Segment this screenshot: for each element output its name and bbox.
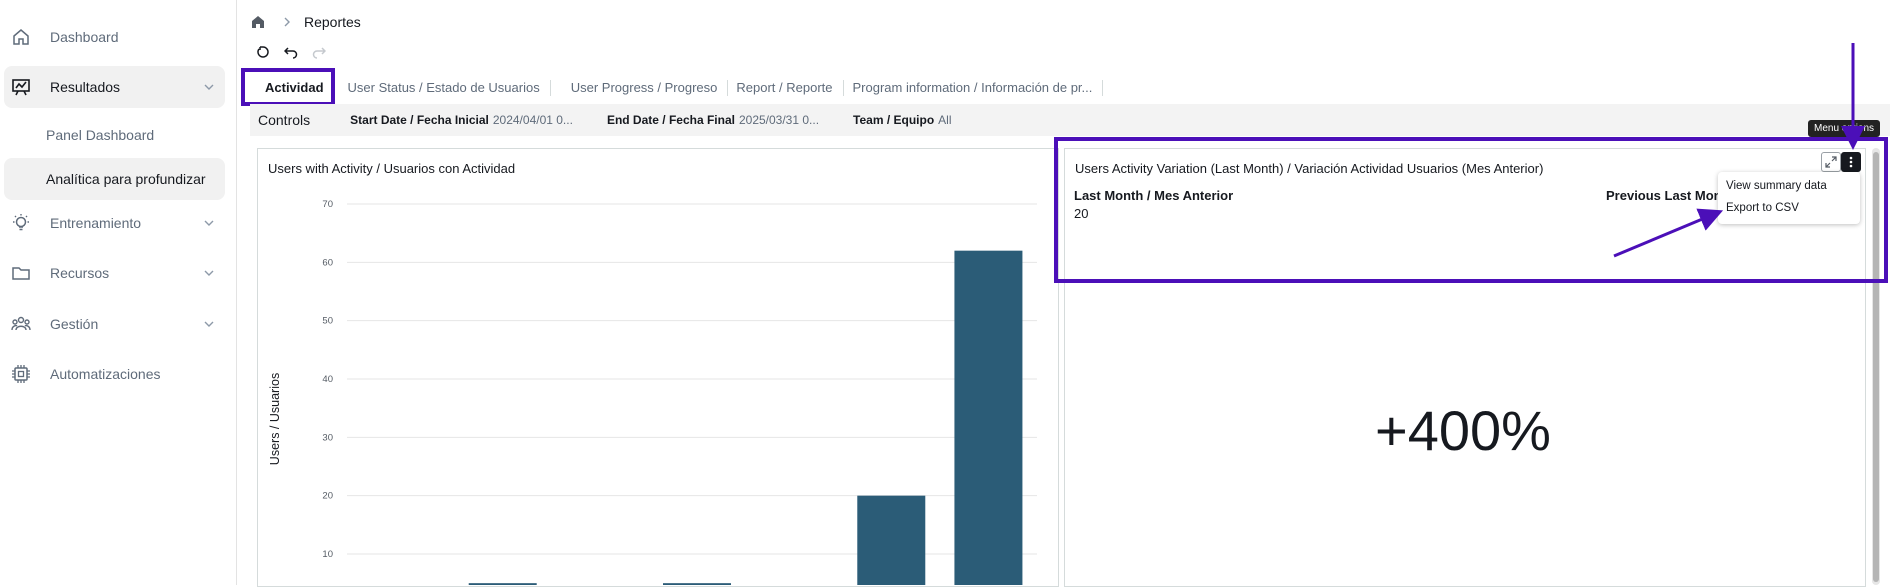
- users-activity-chart: Users / Usuarios 10 20 30 40 50 60 70: [268, 199, 1037, 585]
- y-tick-label: 20: [322, 491, 333, 502]
- sidebar-item-label: Automatizaciones: [50, 366, 161, 382]
- start-date-label: Start Date / Fecha Inicial: [350, 113, 489, 127]
- sidebar-subitem-label: Panel Dashboard: [46, 127, 155, 143]
- chevron-down-icon[interactable]: [201, 316, 217, 332]
- y-tick-label: 30: [322, 432, 333, 443]
- bar[interactable]: [857, 495, 926, 585]
- team-value: All: [938, 113, 952, 127]
- visual-highlight-box: [1054, 137, 1888, 283]
- sidebar-item-gestion[interactable]: Gestión: [4, 303, 225, 345]
- chip-icon: [10, 363, 32, 385]
- chevron-right-icon: [282, 16, 292, 28]
- breadcrumb: Reportes: [250, 12, 361, 32]
- menu-options-tooltip: Menu options: [1808, 120, 1881, 137]
- chart-board-icon: [10, 76, 32, 98]
- sidebar-item-entrenamiento[interactable]: Entrenamiento: [4, 202, 225, 244]
- y-tick-label: 40: [322, 374, 333, 385]
- sidebar-subitem-panel-dashboard[interactable]: Panel Dashboard: [4, 114, 225, 156]
- tab-program-information[interactable]: Program information / Información de pr.…: [844, 80, 1104, 96]
- y-tick-label: 10: [322, 549, 333, 560]
- sidebar-item-label: Resultados: [50, 79, 121, 95]
- sheet-tabs: Actividad User Status / Estado de Usuari…: [241, 68, 1104, 108]
- sidebar-item-label: Recursos: [50, 265, 110, 281]
- redo-icon[interactable]: [312, 45, 327, 64]
- sidebar-item-dashboard[interactable]: Dashboard: [4, 16, 225, 58]
- end-date-label: End Date / Fecha Final: [606, 113, 735, 127]
- controls-bar: Controls Start Date / Fecha Inicial 2024/…: [250, 104, 1890, 136]
- team-label: Team / Equipo: [853, 113, 935, 127]
- users-icon: [10, 313, 32, 335]
- y-tick-label: 70: [322, 199, 333, 210]
- end-date-value: 2025/03/31 0...: [738, 113, 820, 127]
- tab-report[interactable]: Report / Reporte: [728, 80, 844, 96]
- history-toolbar: [256, 45, 327, 64]
- sidebar-item-recursos[interactable]: Recursos: [4, 252, 225, 294]
- sidebar-item-label: Entrenamiento: [50, 215, 142, 231]
- end-date-control[interactable]: End Date / Fecha Final 2025/03/31 0...: [607, 113, 819, 127]
- team-control[interactable]: Team / Equipo All: [853, 113, 951, 127]
- sidebar-subitem-analitica[interactable]: Analítica para profundizar: [4, 158, 225, 200]
- start-date-value: 2024/04/01 0...: [492, 113, 573, 127]
- bar[interactable]: [954, 250, 1023, 585]
- sidebar-item-automatizaciones[interactable]: Automatizaciones: [4, 353, 225, 395]
- controls-title[interactable]: Controls: [258, 112, 310, 128]
- sidebar-item-label: Dashboard: [50, 29, 119, 45]
- chevron-down-icon[interactable]: [201, 79, 217, 95]
- variation-percentage: +400%: [1375, 399, 1551, 462]
- home-icon: [10, 26, 32, 48]
- sidebar-item-label: Gestión: [50, 316, 99, 332]
- home-icon[interactable]: [250, 14, 266, 30]
- tab-user-status[interactable]: User Status / Estado de Usuarios: [338, 80, 551, 96]
- folder-icon: [10, 262, 32, 284]
- breadcrumb-current: Reportes: [304, 14, 361, 30]
- tab-user-progress[interactable]: User Progress / Progreso: [551, 80, 729, 96]
- undo-icon[interactable]: [283, 45, 298, 64]
- bulb-icon: [10, 212, 32, 234]
- y-axis-label: Users / Usuarios: [268, 373, 282, 465]
- y-tick-label: 50: [322, 316, 333, 327]
- sidebar: Dashboard Resultados Panel Dashboard Ana…: [0, 0, 237, 585]
- chevron-down-icon[interactable]: [201, 215, 217, 231]
- y-tick-label: 60: [322, 257, 333, 268]
- reset-icon[interactable]: [256, 45, 270, 64]
- sidebar-subitem-label: Analítica para profundizar: [46, 171, 206, 187]
- start-date-control[interactable]: Start Date / Fecha Inicial 2024/04/01 0..…: [350, 113, 573, 127]
- tab-highlight-box: [241, 68, 335, 106]
- chevron-down-icon[interactable]: [201, 265, 217, 281]
- sidebar-item-resultados[interactable]: Resultados: [4, 66, 225, 108]
